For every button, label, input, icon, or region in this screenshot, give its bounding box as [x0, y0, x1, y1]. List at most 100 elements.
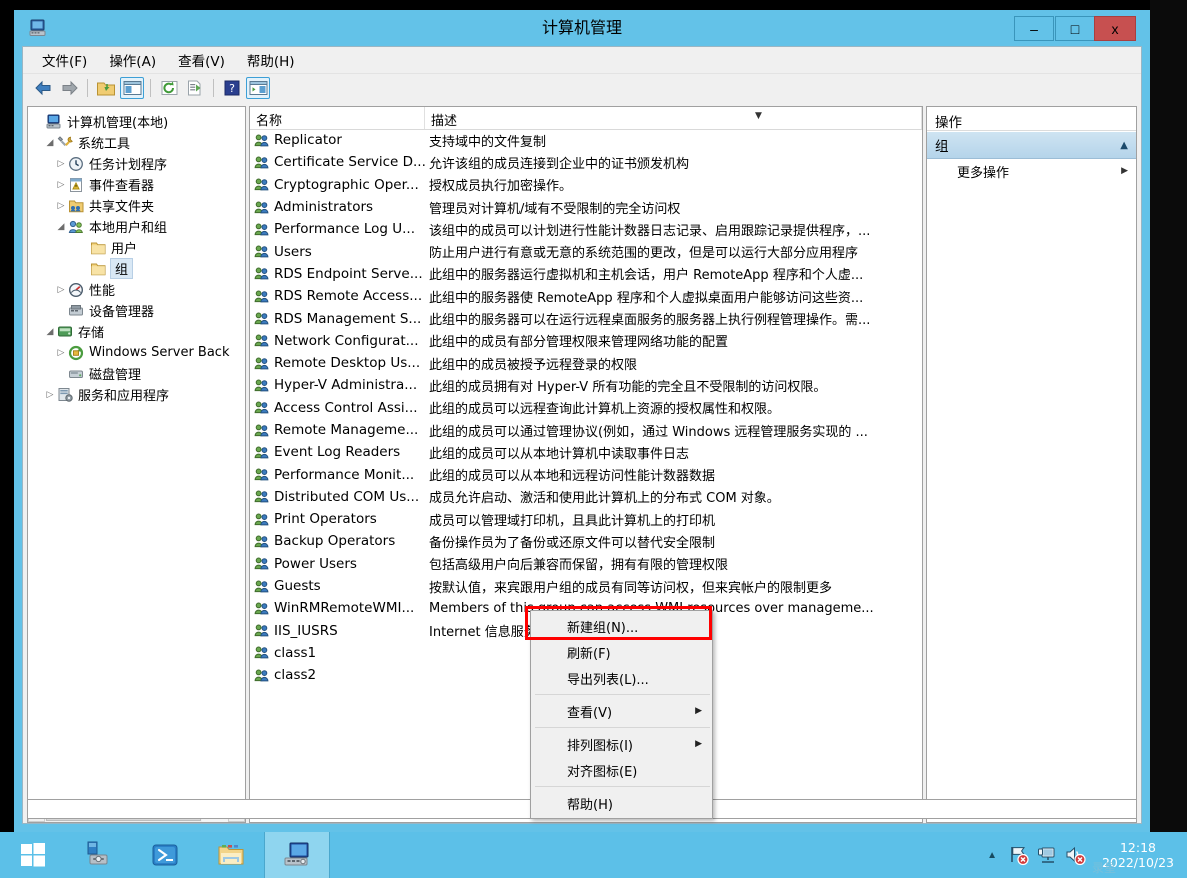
table-row[interactable]: RDS Remote Access... 此组中的服务器使 RemoteApp 程…: [250, 285, 922, 307]
tree-item-5[interactable]: ◢ 本地用户和组: [28, 216, 245, 237]
ctx-new-group[interactable]: 新建组(N)...: [531, 613, 712, 639]
tree-item-13[interactable]: ▷ 服务和应用程序: [28, 384, 245, 405]
forward-icon[interactable]: [57, 77, 81, 99]
tree-item-2[interactable]: ▷ 任务计划程序: [28, 153, 245, 174]
group-name-cell: RDS Management S...: [274, 310, 422, 327]
context-menu-separator: [535, 694, 710, 695]
table-row[interactable]: Event Log Readers 此组的成员可以从本地计算机中读取事件日志: [250, 441, 922, 463]
collapse-triangle-icon[interactable]: ◢: [43, 327, 57, 337]
tree-item-11[interactable]: ▷ Windows Server Back: [28, 342, 245, 363]
table-row[interactable]: Performance Monit... 此组的成员可以从本地和远程访问性能计数器…: [250, 463, 922, 485]
table-row[interactable]: Remote Desktop Us... 此组中的成员被授予远程登录的权限: [250, 352, 922, 374]
tree-item-label: 用户: [111, 242, 138, 257]
expand-triangle-icon[interactable]: ▷: [54, 348, 68, 358]
maximize-button[interactable]: □: [1055, 16, 1095, 41]
table-row[interactable]: Guests 按默认值，来宾跟用户组的成员有同等访问权，但来宾帐户的限制更多: [250, 575, 922, 597]
network-icon[interactable]: [1036, 844, 1058, 866]
chevron-up-icon[interactable]: ▲: [1120, 140, 1128, 151]
title-bar[interactable]: 计算机管理 – □ x: [14, 10, 1150, 46]
tree-item-12[interactable]: 磁盘管理: [28, 363, 245, 384]
taskbar-computer-management[interactable]: [264, 832, 330, 878]
help-icon[interactable]: ?: [220, 77, 244, 99]
export-list-icon[interactable]: [183, 77, 207, 99]
action-more-actions[interactable]: 更多操作 ▶: [927, 159, 1136, 183]
table-row[interactable]: Access Control Assi... 此组的成员可以远程查询此计算机上资源…: [250, 397, 922, 419]
group-icon: [254, 133, 270, 148]
refresh-icon[interactable]: [157, 77, 181, 99]
show-action-pane-icon[interactable]: [246, 77, 270, 99]
backup-icon: [68, 345, 86, 361]
expand-triangle-icon[interactable]: ▷: [54, 180, 68, 190]
computer-management-window: 计算机管理 – □ x 文件(F) 操作(A) 查看(V) 帮助(H) ? 计算…: [14, 10, 1150, 832]
context-menu[interactable]: 新建组(N)... 刷新(F) 导出列表(L)... 查看(V) ▶ 排列图标(I) ▶ 对齐…: [530, 610, 713, 819]
table-row[interactable]: Remote Manageme... 此组的成员可以通过管理协议(例如，通过 Wi…: [250, 419, 922, 441]
start-button[interactable]: [0, 832, 66, 878]
minimize-button[interactable]: –: [1014, 16, 1054, 41]
taskbar-clock[interactable]: 12:18 2022/10/23: [1089, 832, 1187, 878]
action-item-label: 更多操作: [957, 165, 1010, 181]
services-icon: [57, 387, 75, 403]
collapse-triangle-icon[interactable]: ◢: [43, 138, 57, 148]
table-row[interactable]: Performance Log U... 该组中的成员可以计划进行性能计数器日志记…: [250, 218, 922, 240]
table-row[interactable]: Print Operators 成员可以管理域打印机，且具此计算机上的打印机: [250, 508, 922, 530]
table-row[interactable]: Network Configurat... 此组中的成员有部分管理权限来管理网络功…: [250, 330, 922, 352]
clock-time: 12:18: [1119, 840, 1157, 855]
group-icon: [254, 623, 270, 638]
tree-item-3[interactable]: ▷ 事件查看器: [28, 174, 245, 195]
column-header-name[interactable]: 名称: [250, 107, 425, 129]
navigation-tree-pane[interactable]: 计算机管理(本地) ◢ 系统工具 ▷ 任务计划程序 ▷ 事件查看器 ▷ 共享文件夹 ◢ 本地用户和组…: [27, 106, 246, 823]
list-column-header[interactable]: 名称 描述 ▼: [250, 107, 922, 130]
table-row[interactable]: RDS Endpoint Serve... 此组中的服务器运行虚拟机和主机会话，用…: [250, 263, 922, 285]
expand-triangle-icon[interactable]: ▷: [54, 201, 68, 211]
ctx-help[interactable]: 帮助(H): [531, 790, 712, 816]
menu-bar: 文件(F) 操作(A) 查看(V) 帮助(H): [23, 47, 1141, 74]
column-header-description[interactable]: 描述 ▼: [425, 107, 922, 129]
menu-help[interactable]: 帮助(H): [236, 47, 306, 73]
close-button[interactable]: x: [1094, 16, 1136, 41]
ctx-arrange-icons[interactable]: 排列图标(I) ▶: [531, 731, 712, 757]
table-row[interactable]: Users 防止用户进行有意或无意的系统范围的更改，但是可以运行大部分应用程序: [250, 240, 922, 262]
table-row[interactable]: Backup Operators 备份操作员为了备份或还原文件可以替代安全限制: [250, 530, 922, 552]
tree-item-4[interactable]: ▷ 共享文件夹: [28, 195, 245, 216]
tree-item-0[interactable]: 计算机管理(本地): [28, 111, 245, 132]
table-row[interactable]: Power Users 包括高级用户向后兼容而保留，拥有有限的管理权限: [250, 553, 922, 575]
back-icon[interactable]: [31, 77, 55, 99]
taskbar-server-manager[interactable]: [66, 832, 132, 878]
ctx-view[interactable]: 查看(V) ▶: [531, 698, 712, 724]
tree-item-8[interactable]: ▷ 性能: [28, 279, 245, 300]
show-tree-icon[interactable]: [120, 77, 144, 99]
menu-action[interactable]: 操作(A): [98, 47, 167, 73]
expand-triangle-icon[interactable]: ▷: [43, 390, 57, 400]
tree-item-label: 共享文件夹: [89, 200, 155, 215]
toolbar-separator: [87, 79, 88, 97]
up-folder-icon[interactable]: [94, 77, 118, 99]
menu-view[interactable]: 查看(V): [167, 47, 236, 73]
expand-triangle-icon[interactable]: ▷: [54, 285, 68, 295]
ctx-refresh[interactable]: 刷新(F): [531, 639, 712, 665]
taskbar-powershell[interactable]: [132, 832, 198, 878]
volume-muted-icon[interactable]: [1064, 844, 1086, 866]
ctx-export-list[interactable]: 导出列表(L)...: [531, 665, 712, 691]
tree-item-1[interactable]: ◢ 系统工具: [28, 132, 245, 153]
expand-triangle-icon[interactable]: ▷: [54, 159, 68, 169]
collapse-triangle-icon[interactable]: ◢: [54, 222, 68, 232]
tree-item-9[interactable]: 设备管理器: [28, 300, 245, 321]
table-row[interactable]: Distributed COM Us... 成员允许启动、激活和使用此计算机上的分…: [250, 486, 922, 508]
tree-item-6[interactable]: 用户: [28, 237, 245, 258]
table-row[interactable]: Cryptographic Oper... 授权成员执行加密操作。: [250, 174, 922, 196]
actions-section-groups[interactable]: 组 ▲: [927, 131, 1136, 159]
tree-item-10[interactable]: ◢ 存储: [28, 321, 245, 342]
ctx-align-icons[interactable]: 对齐图标(E): [531, 757, 712, 783]
tree-item-7[interactable]: 组: [28, 258, 245, 279]
table-row[interactable]: Replicator 支持域中的文件复制: [250, 129, 922, 151]
group-description-cell: 此组中的服务器运行虚拟机和主机会话，用户 RemoteApp 程序和个人虚...: [429, 268, 864, 284]
tools-icon: [57, 135, 75, 151]
table-row[interactable]: Administrators 管理员对计算机/域有不受限制的完全访问权: [250, 196, 922, 218]
table-row[interactable]: RDS Management S... 此组中的服务器可以在运行远程桌面服务的服务…: [250, 307, 922, 329]
table-row[interactable]: Certificate Service D... 允许该组的成员连接到企业中的证书…: [250, 151, 922, 173]
menu-file[interactable]: 文件(F): [31, 47, 98, 73]
table-row[interactable]: Hyper-V Administra... 此组的成员拥有对 Hyper-V 所有…: [250, 374, 922, 396]
taskbar-file-explorer[interactable]: [198, 832, 264, 878]
flag-action-center-icon[interactable]: [1008, 844, 1030, 866]
show-hidden-icons-button[interactable]: ▲: [979, 850, 1005, 861]
